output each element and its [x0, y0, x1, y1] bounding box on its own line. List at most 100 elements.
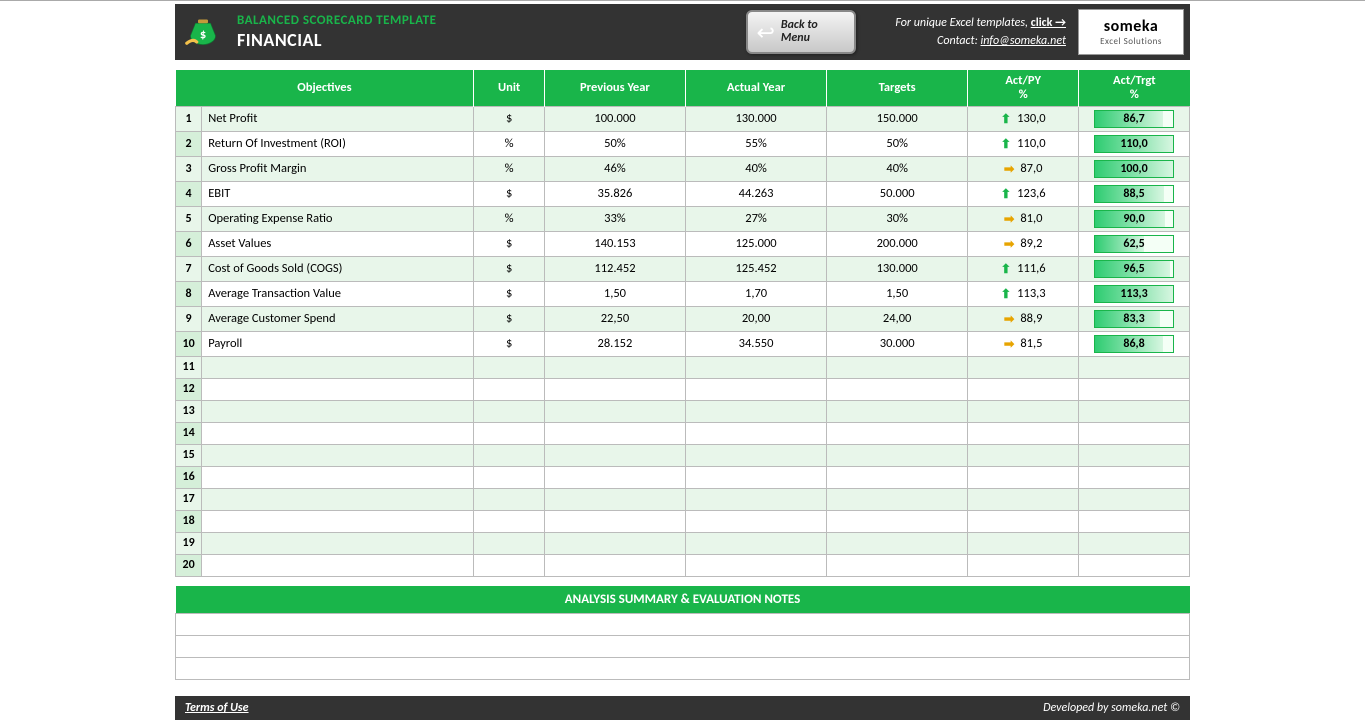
cell-targets[interactable] — [827, 444, 968, 466]
contact-email-link[interactable]: info@someka.net — [981, 34, 1067, 48]
cell-prev[interactable]: 22,50 — [544, 306, 685, 331]
cell-actual[interactable] — [686, 466, 827, 488]
cell-objective[interactable]: Gross Profit Margin — [202, 156, 474, 181]
table-row[interactable]: 10Payroll$28.15234.55030.000➡81,5 86,8 — [176, 331, 1190, 356]
cell-actual[interactable]: 27% — [686, 206, 827, 231]
table-row[interactable]: 16 — [176, 466, 1190, 488]
cell-objective[interactable] — [202, 466, 474, 488]
table-row[interactable]: 17 — [176, 488, 1190, 510]
cell-targets[interactable]: 40% — [827, 156, 968, 181]
notes-row[interactable] — [176, 636, 1190, 658]
table-row[interactable]: 13 — [176, 400, 1190, 422]
cell-prev[interactable] — [544, 400, 685, 422]
cell-prev[interactable]: 1,50 — [544, 281, 685, 306]
notes-row[interactable] — [176, 658, 1190, 680]
cell-prev[interactable] — [544, 378, 685, 400]
table-row[interactable]: 18 — [176, 510, 1190, 532]
cell-prev[interactable]: 100.000 — [544, 106, 685, 131]
cell-actual[interactable]: 125.000 — [686, 231, 827, 256]
cell-objective[interactable]: Average Customer Spend — [202, 306, 474, 331]
cell-targets[interactable]: 24,00 — [827, 306, 968, 331]
cell-objective[interactable]: Average Transaction Value — [202, 281, 474, 306]
cell-unit[interactable]: $ — [474, 256, 545, 281]
cell-prev[interactable]: 35.826 — [544, 181, 685, 206]
cell-objective[interactable]: Return Of Investment (ROI) — [202, 131, 474, 156]
back-to-menu-button[interactable]: ↩ Back to Menu — [746, 10, 856, 54]
cell-objective[interactable]: Net Profit — [202, 106, 474, 131]
cell-actual[interactable] — [686, 422, 827, 444]
cell-unit[interactable] — [474, 378, 545, 400]
cell-actual[interactable] — [686, 532, 827, 554]
cell-unit[interactable] — [474, 510, 545, 532]
cell-unit[interactable] — [474, 466, 545, 488]
cell-prev[interactable] — [544, 488, 685, 510]
table-row[interactable]: 2Return Of Investment (ROI)%50%55%50%⬆11… — [176, 131, 1190, 156]
cell-actual[interactable]: 40% — [686, 156, 827, 181]
cell-targets[interactable] — [827, 532, 968, 554]
cell-prev[interactable]: 140.153 — [544, 231, 685, 256]
table-row[interactable]: 1Net Profit$100.000130.000150.000⬆130,0 … — [176, 106, 1190, 131]
table-row[interactable]: 3Gross Profit Margin%46%40%40%➡87,0 100,… — [176, 156, 1190, 181]
table-row[interactable]: 6Asset Values$140.153125.000200.000➡89,2… — [176, 231, 1190, 256]
table-row[interactable]: 9Average Customer Spend$22,5020,0024,00➡… — [176, 306, 1190, 331]
cell-prev[interactable]: 28.152 — [544, 331, 685, 356]
cell-unit[interactable]: $ — [474, 181, 545, 206]
cell-actual[interactable]: 130.000 — [686, 106, 827, 131]
cell-unit[interactable] — [474, 532, 545, 554]
cell-prev[interactable] — [544, 466, 685, 488]
cell-objective[interactable] — [202, 422, 474, 444]
table-row[interactable]: 8Average Transaction Value$1,501,701,50⬆… — [176, 281, 1190, 306]
notes-cell[interactable] — [176, 614, 1190, 636]
cell-unit[interactable] — [474, 400, 545, 422]
cell-unit[interactable] — [474, 488, 545, 510]
table-row[interactable]: 4EBIT$35.82644.26350.000⬆123,6 88,5 — [176, 181, 1190, 206]
cell-actual[interactable] — [686, 510, 827, 532]
cell-unit[interactable] — [474, 356, 545, 378]
cell-prev[interactable]: 50% — [544, 131, 685, 156]
cell-objective[interactable]: EBIT — [202, 181, 474, 206]
cell-actual[interactable]: 125.452 — [686, 256, 827, 281]
table-row[interactable]: 14 — [176, 422, 1190, 444]
cell-targets[interactable]: 150.000 — [827, 106, 968, 131]
notes-row[interactable] — [176, 614, 1190, 636]
cell-prev[interactable] — [544, 356, 685, 378]
cell-targets[interactable]: 130.000 — [827, 256, 968, 281]
cell-objective[interactable] — [202, 378, 474, 400]
cell-targets[interactable] — [827, 488, 968, 510]
notes-cell[interactable] — [176, 658, 1190, 680]
cell-objective[interactable] — [202, 532, 474, 554]
table-row[interactable]: 12 — [176, 378, 1190, 400]
cell-unit[interactable] — [474, 444, 545, 466]
cell-actual[interactable] — [686, 488, 827, 510]
cell-targets[interactable]: 30% — [827, 206, 968, 231]
cell-targets[interactable]: 50.000 — [827, 181, 968, 206]
cell-objective[interactable] — [202, 400, 474, 422]
cell-unit[interactable]: $ — [474, 106, 545, 131]
cell-targets[interactable] — [827, 356, 968, 378]
cell-actual[interactable]: 34.550 — [686, 331, 827, 356]
cell-targets[interactable]: 30.000 — [827, 331, 968, 356]
cell-targets[interactable] — [827, 510, 968, 532]
cell-actual[interactable]: 55% — [686, 131, 827, 156]
terms-link[interactable]: Terms of Use — [185, 701, 249, 715]
cell-targets[interactable] — [827, 378, 968, 400]
cell-targets[interactable] — [827, 422, 968, 444]
cell-targets[interactable]: 200.000 — [827, 231, 968, 256]
notes-cell[interactable] — [176, 636, 1190, 658]
cell-actual[interactable] — [686, 444, 827, 466]
cell-unit[interactable] — [474, 554, 545, 576]
cell-objective[interactable]: Cost of Goods Sold (COGS) — [202, 256, 474, 281]
cell-objective[interactable] — [202, 488, 474, 510]
cell-targets[interactable] — [827, 400, 968, 422]
table-row[interactable]: 15 — [176, 444, 1190, 466]
cell-unit[interactable] — [474, 422, 545, 444]
cell-unit[interactable]: $ — [474, 231, 545, 256]
cell-actual[interactable] — [686, 400, 827, 422]
click-link[interactable]: click → — [1031, 16, 1066, 30]
cell-objective[interactable] — [202, 510, 474, 532]
cell-objective[interactable]: Asset Values — [202, 231, 474, 256]
cell-prev[interactable] — [544, 422, 685, 444]
table-row[interactable]: 20 — [176, 554, 1190, 576]
cell-targets[interactable]: 1,50 — [827, 281, 968, 306]
cell-objective[interactable]: Payroll — [202, 331, 474, 356]
